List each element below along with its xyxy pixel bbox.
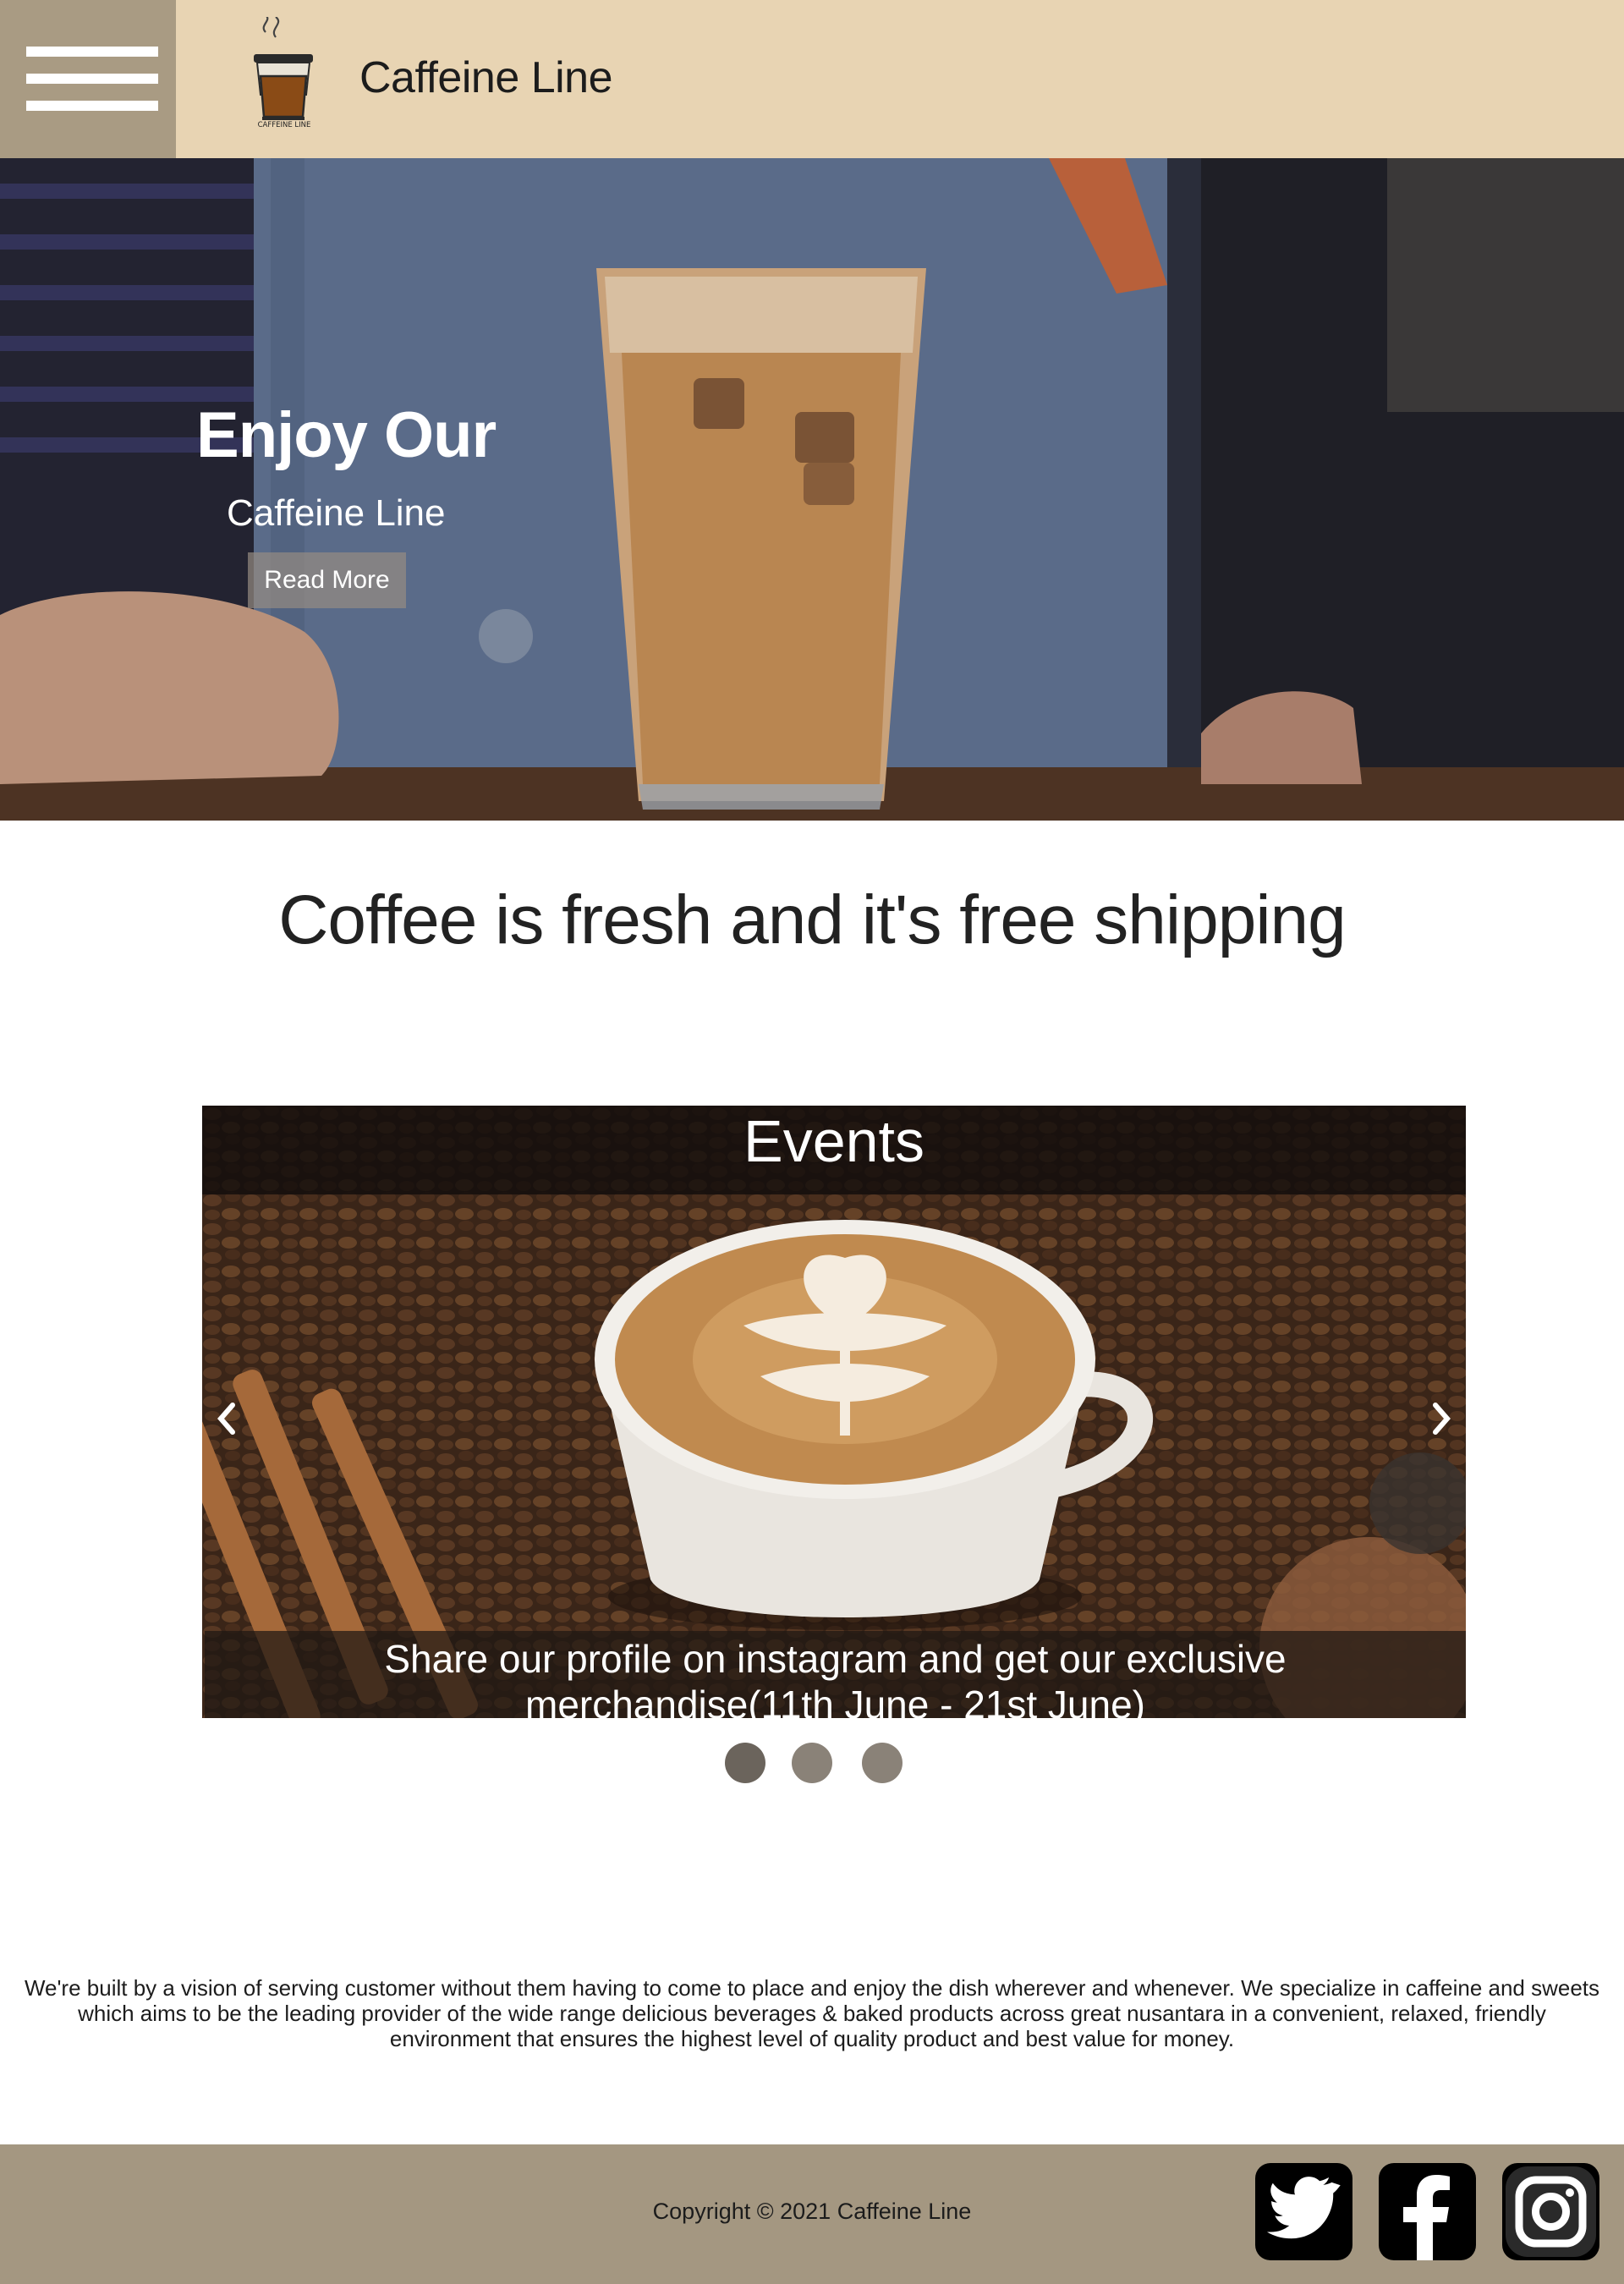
hero-background-image — [0, 158, 1624, 821]
facebook-icon — [1403, 2175, 1450, 2260]
logo-wordmark: CAFFEINE LINE — [258, 121, 311, 129]
shipping-tagline: Coffee is fresh and it's free shipping — [278, 881, 1347, 958]
carousel-dot-3[interactable] — [862, 1743, 903, 1783]
about-text: We're built by a vision of serving custo… — [24, 1975, 1600, 2051]
site-footer: Copyright © 2021 Caffeine Line — [0, 2144, 1624, 2284]
latte-art-slide-image — [202, 1106, 1466, 1718]
hero-subtitle: Caffeine Line — [227, 492, 446, 534]
events-title: Events — [202, 1106, 1466, 1194]
hamburger-menu-button[interactable] — [0, 0, 176, 158]
instagram-button[interactable] — [1502, 2163, 1599, 2260]
read-more-button[interactable]: Read More — [248, 552, 406, 608]
chevron-right-icon — [1433, 1403, 1451, 1435]
carousel-next-button[interactable] — [1425, 1393, 1459, 1444]
events-carousel[interactable]: Events Share our profile on instagram an… — [202, 1106, 1466, 1718]
carousel-dot-2[interactable] — [792, 1743, 832, 1783]
coffee-cup-logo[interactable]: CAFFEINE LINE — [233, 14, 335, 131]
menu-bar — [26, 47, 158, 57]
event-caption: Share our profile on instagram and get o… — [205, 1631, 1466, 1718]
hero-banner: Enjoy Our Caffeine Line Read More — [0, 158, 1624, 821]
instagram-icon — [1506, 2166, 1596, 2257]
hero-title: Enjoy Our — [196, 399, 497, 471]
twitter-button[interactable] — [1255, 2163, 1352, 2260]
facebook-button[interactable] — [1379, 2163, 1476, 2260]
carousel-indicators — [0, 1743, 1624, 1785]
twitter-icon — [1267, 2177, 1341, 2239]
menu-bar — [26, 74, 158, 84]
site-header: CAFFEINE LINE Caffeine Line — [0, 0, 1624, 158]
menu-bar — [26, 101, 158, 111]
carousel-dot-1[interactable] — [725, 1743, 765, 1783]
carousel-prev-button[interactable] — [209, 1393, 243, 1444]
chevron-left-icon — [217, 1403, 235, 1435]
brand-name[interactable]: Caffeine Line — [359, 56, 613, 100]
